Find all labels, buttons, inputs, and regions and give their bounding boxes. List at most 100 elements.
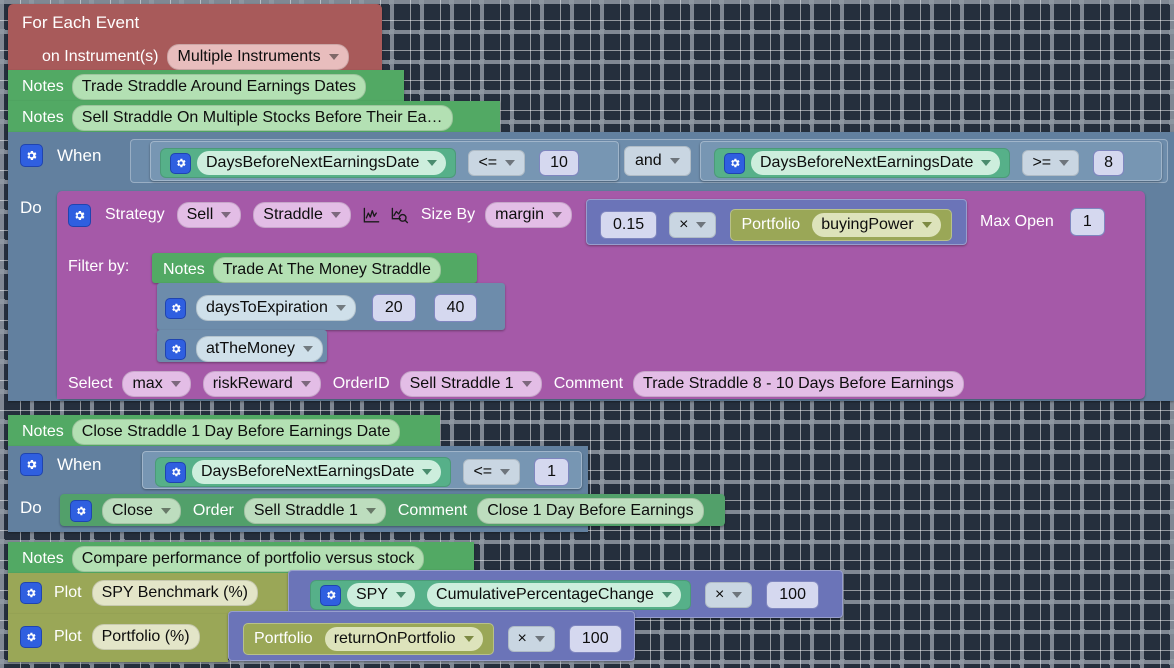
filter-max-field[interactable]: 40: [433, 294, 478, 322]
plot-1-source[interactable]: SPY CumulativePercentageChange: [310, 580, 691, 610]
filter-name-dropdown[interactable]: atTheMoney: [196, 336, 323, 362]
gear-icon[interactable]: [724, 152, 745, 174]
gear-icon[interactable]: [20, 626, 42, 648]
select-label: Select: [68, 375, 113, 392]
gear-icon[interactable]: [320, 584, 341, 606]
notes-block-1[interactable]: Notes Trade Straddle Around Earnings Dat…: [8, 70, 404, 101]
notes-block-2[interactable]: Notes Sell Straddle On Multiple Stocks B…: [8, 101, 500, 132]
chevron-down-icon: [396, 592, 407, 598]
exit-value-field[interactable]: 1: [534, 458, 570, 486]
gear-icon[interactable]: [20, 582, 42, 604]
block-canvas[interactable]: For Each Event on Instrument(s) Multiple…: [0, 0, 1174, 668]
math-operator-dropdown[interactable]: ×: [669, 212, 717, 238]
indicator-b-dropdown[interactable]: DaysBeforeNextEarningsDate: [751, 151, 1001, 175]
plot-2-operator-value: ×: [517, 630, 527, 647]
select-metric-dropdown[interactable]: riskReward: [202, 371, 321, 397]
chevron-down-icon: [302, 346, 313, 352]
plot-name-value: SPY Benchmark (%): [101, 584, 248, 601]
select-row: Select max riskReward OrderID Sell Strad…: [68, 371, 964, 397]
value-b-field[interactable]: 8: [1093, 150, 1125, 176]
gear-icon[interactable]: [20, 144, 43, 167]
plot-2-field-dropdown[interactable]: returnOnPortfolio: [324, 627, 483, 651]
value-a: 10: [550, 154, 568, 171]
exit-operator-value: <=: [473, 463, 493, 480]
indicator-b-value: DaysBeforeNextEarningsDate: [760, 154, 974, 171]
plot-1-operator-dropdown[interactable]: ×: [704, 582, 753, 608]
close-action-dropdown[interactable]: Close: [102, 498, 181, 524]
logic-operator-dropdown[interactable]: and: [624, 146, 691, 176]
gear-icon[interactable]: [170, 152, 191, 174]
portfolio-label: Portfolio: [741, 216, 801, 233]
order-dropdown[interactable]: Sell Straddle 1: [243, 498, 386, 524]
exit-indicator[interactable]: DaysBeforeNextEarningsDate: [155, 457, 452, 487]
notes-text-field[interactable]: Compare performance of portfolio versus …: [71, 546, 425, 572]
filter-min-field[interactable]: 20: [371, 294, 416, 322]
chevron-down-icon: [330, 212, 341, 218]
exit-indicator-dropdown[interactable]: DaysBeforeNextEarningsDate: [192, 460, 442, 484]
plot-label: Plot: [54, 628, 82, 645]
plot-name-field[interactable]: Portfolio (%): [91, 624, 200, 650]
portfolio-field-dropdown[interactable]: buyingPower: [812, 213, 941, 237]
plot-2-multiplier-field[interactable]: 100: [568, 625, 622, 653]
orderid-dropdown[interactable]: Sell Straddle 1: [399, 371, 542, 397]
plot-1-multiplier-field[interactable]: 100: [766, 581, 819, 609]
select-metric-value: riskReward: [212, 375, 293, 392]
comment-field[interactable]: Close 1 Day Before Earnings: [477, 498, 704, 524]
select-aggregate-value: max: [132, 375, 163, 392]
strategy-action-dropdown[interactable]: Sell: [176, 202, 242, 228]
plot-2-portfolio-block[interactable]: Portfolio returnOnPortfolio: [243, 623, 494, 655]
gear-icon[interactable]: [165, 461, 186, 483]
close-order-row: Close Order Sell Straddle 1 Comment Clos…: [70, 498, 704, 524]
max-open-field[interactable]: 1: [1069, 208, 1105, 236]
filter-notes-row: Notes Trade At The Money Straddle: [163, 257, 441, 283]
gear-icon[interactable]: [165, 297, 186, 319]
indicator-a[interactable]: DaysBeforeNextEarningsDate: [160, 148, 457, 178]
size-by-dropdown[interactable]: margin: [485, 202, 573, 228]
instrument-dropdown[interactable]: Multiple Instruments: [167, 44, 349, 70]
plot-2-expression-row: Portfolio returnOnPortfolio × 100: [243, 623, 622, 655]
filter-min-value: 20: [384, 299, 403, 316]
chevron-down-icon: [921, 222, 932, 228]
chart-icon[interactable]: [362, 206, 381, 225]
notes-text-field[interactable]: Sell Straddle On Multiple Stocks Before …: [71, 105, 453, 131]
plot-name-field[interactable]: SPY Benchmark (%): [91, 580, 258, 606]
select-aggregate-dropdown[interactable]: max: [122, 371, 191, 397]
gear-icon[interactable]: [165, 338, 186, 360]
instrument-value: Multiple Instruments: [177, 48, 321, 65]
plot-1-field-dropdown[interactable]: CumulativePercentageChange: [427, 583, 681, 607]
gear-icon[interactable]: [68, 203, 91, 227]
comment-field[interactable]: Trade Straddle 8 - 10 Days Before Earnin…: [633, 371, 964, 397]
notes-row-5: Notes Compare performance of portfolio v…: [22, 546, 425, 572]
notes-text-field[interactable]: Trade At The Money Straddle: [212, 257, 441, 283]
indicator-a-dropdown[interactable]: DaysBeforeNextEarningsDate: [197, 151, 447, 175]
gear-icon[interactable]: [70, 500, 92, 522]
indicator-a-value: DaysBeforeNextEarningsDate: [206, 154, 420, 171]
chevron-down-icon: [552, 212, 563, 218]
filter-atm-row: atTheMoney: [165, 336, 323, 362]
portfolio-field-block[interactable]: Portfolio buyingPower: [730, 209, 952, 241]
notes-text-field[interactable]: Close Straddle 1 Day Before Earnings Dat…: [71, 419, 401, 445]
value-a-field[interactable]: 10: [539, 150, 579, 176]
notes-text-field[interactable]: Trade Straddle Around Earnings Dates: [71, 74, 367, 100]
plot-2-operator-dropdown[interactable]: ×: [507, 626, 555, 652]
exit-value: 1: [547, 463, 557, 480]
filter-name-dropdown[interactable]: daysToExpiration: [196, 295, 356, 321]
math-operand-a[interactable]: 0.15: [600, 211, 658, 239]
do-entry-label: Do: [20, 198, 42, 217]
gear-icon[interactable]: [20, 453, 43, 476]
notes-label: Notes: [163, 261, 205, 278]
max-open-label: Max Open: [980, 213, 1054, 230]
indicator-b[interactable]: DaysBeforeNextEarningsDate: [714, 148, 1011, 178]
chart-magnifier-icon[interactable]: [390, 206, 409, 225]
operator-a-dropdown[interactable]: <=: [468, 150, 526, 176]
comment-label: Comment: [397, 502, 468, 519]
plot-1-symbol-dropdown[interactable]: SPY: [347, 583, 416, 607]
strategy-type-dropdown[interactable]: Straddle: [253, 202, 351, 228]
filter-name-value: atTheMoney: [206, 340, 295, 357]
operator-b-dropdown[interactable]: >=: [1022, 150, 1080, 176]
math-operand-a-value: 0.15: [613, 216, 645, 233]
for-each-event-block[interactable]: For Each Event on Instrument(s) Multiple…: [8, 4, 382, 70]
order-value: Sell Straddle 1: [253, 502, 358, 519]
exit-operator-dropdown[interactable]: <=: [463, 459, 521, 485]
size-by-value: margin: [495, 206, 545, 223]
